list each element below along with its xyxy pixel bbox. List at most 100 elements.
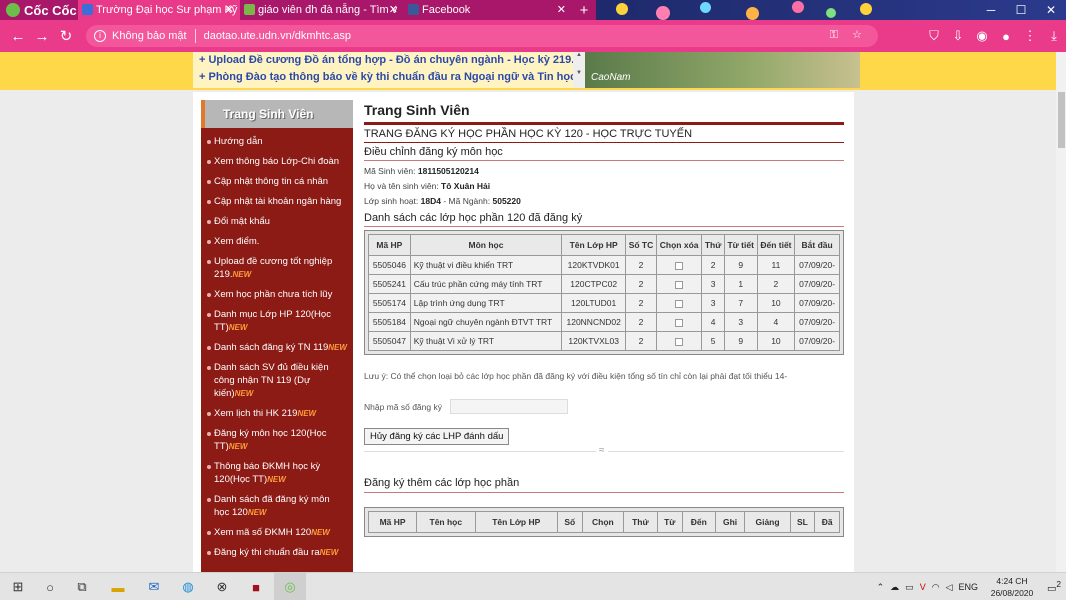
- sidebar-item[interactable]: Thông báo ĐKMH học kỳ 120(Học TT)NEW: [201, 457, 353, 490]
- notification-icon[interactable]: ▭2: [1042, 579, 1066, 594]
- sidebar-item[interactable]: Hướng dẫn: [201, 132, 353, 152]
- chevron-up-icon[interactable]: ⌃: [877, 582, 885, 593]
- sidebar-item[interactable]: Xem mã số ĐKMH 120NEW: [201, 523, 353, 543]
- column-header: Thứ: [701, 234, 725, 256]
- delete-checkbox[interactable]: [675, 337, 684, 346]
- delete-select-cell[interactable]: [655, 255, 703, 275]
- cell-ma: 5505241: [368, 274, 411, 294]
- window-controls: ─ ☐ ✕: [976, 0, 1066, 20]
- cancel-registration-button[interactable]: Hủy đăng ký các LHP đánh dấu: [364, 428, 510, 445]
- page-scrollbar[interactable]: [1056, 52, 1066, 572]
- sidebar-item[interactable]: Cập nhật thông tin cá nhân: [201, 172, 353, 192]
- table-row: 5505174 Lập trình ứng dụng TRT 120LTUD01 2 3…: [368, 293, 840, 313]
- extension-icon[interactable]: ◉: [970, 28, 994, 44]
- close-tab-icon[interactable]: ✕: [557, 3, 566, 16]
- sidebar-item[interactable]: Xem học phần chưa tích lũy: [201, 285, 353, 305]
- sidebar-item[interactable]: Đăng ký thi chuẩn đầu raNEW: [201, 543, 353, 563]
- sidebar-item-label: Danh sách đã đăng ký môn học 120: [214, 494, 330, 518]
- sidebar-item[interactable]: Đăng ký môn học 120(Học TT)NEW: [201, 424, 353, 457]
- download-icon[interactable]: ⇩: [946, 28, 970, 44]
- minimize-icon[interactable]: ─: [976, 0, 1006, 20]
- student-name-label: Họ và tên sinh viên:: [364, 181, 439, 191]
- tab-1[interactable]: giáo viên đh đà nẵng - Tìm v ✕: [240, 0, 404, 20]
- sidebar-item[interactable]: Danh sách đăng ký TN 119NEW: [201, 338, 353, 358]
- delete-checkbox[interactable]: [675, 261, 684, 270]
- delete-checkbox[interactable]: [675, 299, 684, 308]
- ticker-item[interactable]: + Upload Đề cương Đồ án tổng hợp - Đồ án…: [193, 52, 585, 69]
- delete-checkbox[interactable]: [675, 318, 684, 327]
- column-header: Mã HP: [368, 234, 411, 256]
- profile-icon[interactable]: ●: [994, 29, 1018, 44]
- column-header: Giảng: [744, 511, 791, 533]
- scrollbar-thumb[interactable]: [1058, 92, 1065, 148]
- key-icon[interactable]: ⚿: [830, 29, 838, 42]
- sidebar-item[interactable]: Upload đề cương tốt nghiệp 219.NEW: [201, 252, 353, 285]
- volume-icon[interactable]: ◁: [946, 582, 953, 593]
- ticker-text: Upload Đề cương Đồ án tổng hợp - Đồ án c…: [208, 54, 575, 66]
- back-icon[interactable]: ←: [6, 28, 30, 45]
- ticker-scrollbar[interactable]: ▲ ▼: [573, 52, 585, 88]
- sidebar-item-label: Cập nhật tài khoản ngân hàng: [214, 196, 342, 207]
- new-tab-button[interactable]: +: [572, 0, 596, 20]
- sidebar-item[interactable]: Đổi mật khẩu: [201, 212, 353, 232]
- coccoc-taskbar-icon[interactable]: ◎: [274, 573, 306, 600]
- antivirus-icon[interactable]: V: [920, 582, 926, 592]
- mail-icon[interactable]: ✉: [138, 573, 170, 600]
- menu-icon[interactable]: ⋮: [1018, 28, 1042, 44]
- cell-thu: 2: [701, 255, 725, 275]
- sidebar-item[interactable]: Xem thông báo Lớp-Chi đoàn: [201, 152, 353, 172]
- sidebar-item[interactable]: Danh mục Lớp HP 120(Học TT)NEW: [201, 305, 353, 338]
- column-header: Môn học: [409, 234, 563, 256]
- sidebar-item-label: Đổi mật khẩu: [214, 216, 270, 227]
- tab-2[interactable]: Facebook ✕: [404, 0, 572, 20]
- sidebar-item[interactable]: Xem điểm.: [201, 232, 353, 252]
- delete-select-cell[interactable]: [655, 331, 703, 351]
- bookmark-star-icon[interactable]: ☆: [852, 28, 862, 41]
- close-window-icon[interactable]: ✕: [1036, 0, 1066, 20]
- xbox-icon[interactable]: ⊗: [206, 573, 238, 600]
- download-arrow-icon[interactable]: ⤓: [1042, 28, 1066, 44]
- cell-tc: 2: [625, 312, 657, 332]
- delete-select-cell[interactable]: [655, 274, 703, 294]
- sidebar-item[interactable]: Cập nhật tài khoản ngân hàng: [201, 192, 353, 212]
- close-tab-icon[interactable]: ✕: [225, 3, 234, 16]
- file-explorer-icon[interactable]: ▬: [102, 573, 134, 600]
- browser-brand[interactable]: Cốc Cốc: [0, 0, 78, 20]
- sidebar-item[interactable]: Danh sách đã đăng ký môn học 120NEW: [201, 490, 353, 523]
- code-label: Nhập mã số đăng ký: [364, 401, 442, 412]
- omnibox[interactable]: i Không bảo mật daotao.ute.udn.vn/dkmhtc…: [86, 25, 878, 47]
- info-icon[interactable]: i: [94, 30, 106, 42]
- forward-icon[interactable]: →: [30, 28, 54, 45]
- wifi-icon[interactable]: ◠: [932, 582, 940, 593]
- delete-checkbox[interactable]: [675, 280, 684, 289]
- news-ticker: + Upload Đề cương Đồ án tổng hợp - Đồ án…: [193, 52, 585, 88]
- delete-select-cell[interactable]: [655, 312, 703, 332]
- sidebar-item[interactable]: Danh sách SV đủ điều kiện công nhận TN 1…: [201, 358, 353, 404]
- windows-start-icon[interactable]: ⊞: [2, 573, 34, 600]
- brand-label: Cốc Cốc: [24, 2, 77, 18]
- divider-ornament-icon: ≈: [596, 445, 608, 456]
- close-tab-icon[interactable]: ✕: [389, 3, 398, 16]
- maximize-icon[interactable]: ☐: [1006, 0, 1036, 20]
- delete-select-cell[interactable]: [655, 293, 703, 313]
- sidebar-item[interactable]: Xem lịch thi HK 219NEW: [201, 404, 353, 424]
- task-view-icon[interactable]: ⧉: [66, 573, 98, 600]
- search-icon[interactable]: ○: [34, 573, 66, 600]
- ticker-item[interactable]: + Phòng Đào tạo thông báo về kỳ thi chuẩ…: [193, 69, 585, 86]
- sidebar-title: Trang Sinh Viên: [201, 100, 353, 128]
- main-content: Trang Sinh Viên TRANG ĐĂNG KÝ HỌC PHẦN H…: [364, 102, 844, 537]
- code-input[interactable]: [449, 399, 568, 414]
- shield-icon[interactable]: ⛉: [922, 28, 946, 44]
- language-indicator[interactable]: ENG: [958, 582, 978, 592]
- column-header: Ghi: [714, 511, 746, 533]
- reload-icon[interactable]: ↻: [54, 27, 78, 45]
- cloud-icon[interactable]: ☁: [890, 582, 899, 593]
- clock[interactable]: 4:24 CH 26/08/2020: [982, 575, 1042, 599]
- app-icon[interactable]: ■: [240, 573, 272, 600]
- notification-count: 2: [1056, 579, 1062, 590]
- tab-0[interactable]: Trường Đại học Sư phạm Kỹ t ✕: [78, 0, 240, 20]
- url-text[interactable]: daotao.ute.udn.vn/dkmhtc.asp: [204, 30, 351, 42]
- network-icon[interactable]: ▭: [905, 582, 914, 593]
- edge-icon[interactable]: ◍: [172, 573, 204, 600]
- cell-den: 10: [756, 293, 796, 313]
